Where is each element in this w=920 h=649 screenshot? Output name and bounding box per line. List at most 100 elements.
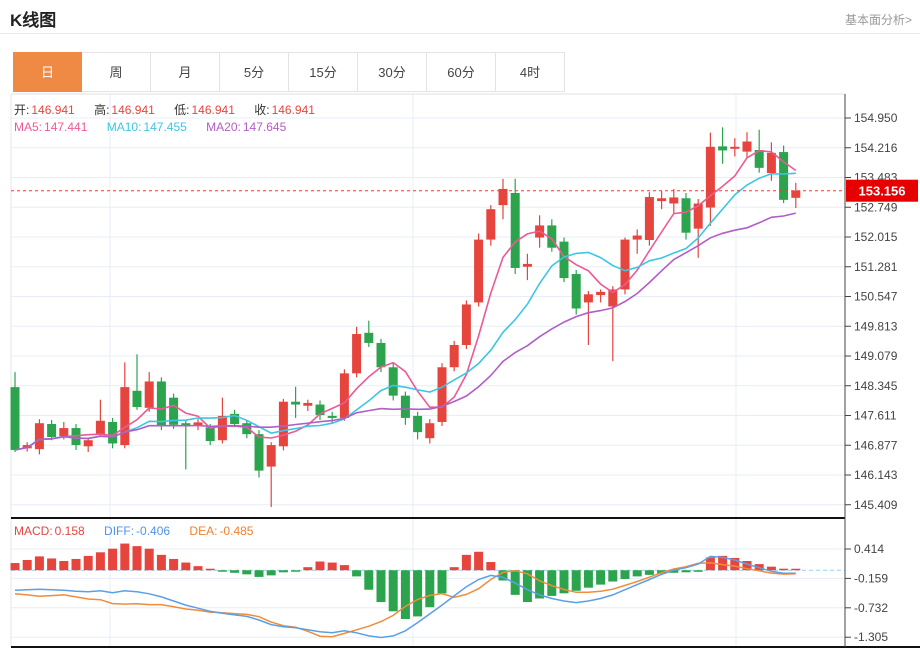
macd-bar bbox=[583, 570, 593, 588]
diff-value: -0.406 bbox=[136, 524, 171, 538]
candle-body bbox=[791, 190, 801, 198]
low-value: 146.941 bbox=[191, 103, 235, 117]
macd-bar bbox=[10, 563, 20, 571]
candle-body bbox=[278, 401, 288, 447]
macd-info-row: MACD: 0.158 DIFF: -0.406 DEA: -0.485 bbox=[14, 524, 255, 538]
candle-body bbox=[376, 342, 386, 368]
y-axis-label: -0.159 bbox=[854, 571, 888, 585]
candle-body bbox=[144, 381, 154, 408]
candle-body bbox=[120, 387, 130, 446]
candle-body bbox=[205, 427, 215, 442]
candle-body bbox=[34, 423, 44, 450]
candle-body bbox=[742, 141, 752, 152]
macd-bar bbox=[425, 570, 435, 608]
y-axis-label: 154.216 bbox=[854, 141, 898, 155]
ma20-value: 147.645 bbox=[242, 120, 287, 134]
candle-body bbox=[266, 445, 276, 467]
candle-body bbox=[498, 188, 508, 206]
macd-bar bbox=[449, 567, 459, 571]
open-label: 开: bbox=[14, 103, 30, 117]
candle-body bbox=[474, 239, 484, 303]
candle-body bbox=[352, 334, 362, 374]
candle-body bbox=[522, 263, 532, 267]
macd-bar bbox=[303, 567, 313, 571]
ma-info-row: MA5: 147.441 MA10: 147.455 MA20: 147.645 bbox=[14, 120, 288, 134]
macd-bar bbox=[71, 558, 81, 571]
candle-body bbox=[461, 304, 471, 345]
macd-bar bbox=[59, 561, 69, 571]
candles-layer bbox=[10, 127, 801, 508]
macd-bar bbox=[315, 561, 325, 571]
candle-body bbox=[95, 420, 105, 435]
ma5-value: 147.441 bbox=[44, 120, 88, 134]
candle-body bbox=[388, 367, 398, 396]
y-axis-label: 0.414 bbox=[854, 542, 884, 556]
candle-body bbox=[339, 373, 349, 418]
y-axis-label: 147.611 bbox=[854, 409, 897, 423]
macd-label: MACD: bbox=[14, 524, 53, 538]
close-value: 146.941 bbox=[271, 103, 315, 117]
y-axis-label: 152.749 bbox=[854, 200, 898, 214]
macd-bar bbox=[461, 554, 471, 571]
macd-bar bbox=[779, 568, 789, 571]
y-axis-label: 149.813 bbox=[854, 319, 898, 333]
macd-bar bbox=[791, 568, 801, 571]
price-axis: 154.950154.216153.483152.749152.015151.2… bbox=[844, 94, 898, 647]
macd-bar bbox=[278, 570, 288, 573]
macd-bar bbox=[230, 570, 240, 573]
macd-bar bbox=[156, 554, 166, 571]
close-label: 收: bbox=[254, 103, 270, 117]
current-price-badge: 153.156 bbox=[846, 179, 918, 202]
y-axis-label: 145.409 bbox=[854, 498, 898, 512]
macd-bar bbox=[364, 570, 374, 590]
high-value: 146.941 bbox=[111, 103, 155, 117]
candle-body bbox=[59, 428, 69, 437]
macd-bar bbox=[413, 570, 423, 617]
macd-bar bbox=[620, 570, 630, 579]
macd-bar bbox=[339, 565, 349, 571]
candle-body bbox=[83, 440, 93, 447]
macd-bar bbox=[95, 552, 105, 571]
candle-body bbox=[571, 274, 581, 309]
macd-bar bbox=[681, 570, 691, 573]
macd-bar bbox=[608, 570, 618, 582]
macd-bar bbox=[217, 570, 227, 572]
macd-bar bbox=[547, 570, 557, 596]
low-label: 低: bbox=[174, 103, 190, 117]
chart-svg: 154.950154.216153.483152.749152.015151.2… bbox=[10, 93, 920, 648]
macd-bar bbox=[486, 562, 496, 571]
candle-body bbox=[364, 332, 374, 343]
candle-body bbox=[425, 423, 435, 439]
dea-label: DEA: bbox=[189, 524, 218, 538]
candle-body bbox=[156, 381, 166, 427]
kline-page: K线图 基本面分析> 日周月 5分 15分 30分 60分 4时 154.950 154.2… bbox=[0, 0, 920, 649]
candle-body bbox=[449, 344, 459, 368]
candle-body bbox=[644, 197, 654, 240]
open-value: 146.941 bbox=[31, 103, 75, 117]
macd-bar bbox=[34, 556, 44, 571]
candle-body bbox=[327, 415, 337, 418]
dea-value: -0.485 bbox=[219, 524, 254, 538]
macd-bar bbox=[644, 570, 654, 575]
macd-bar bbox=[571, 570, 581, 591]
candle-body bbox=[400, 395, 410, 418]
macd-bar bbox=[327, 562, 337, 571]
y-axis-label: 146.143 bbox=[854, 468, 898, 482]
macd-bar bbox=[400, 570, 410, 619]
candle-body bbox=[10, 387, 20, 450]
candle-body bbox=[657, 198, 667, 202]
macd-bar bbox=[181, 562, 191, 571]
y-axis-label: 150.547 bbox=[854, 290, 898, 304]
macd-bar bbox=[47, 558, 57, 571]
macd-bar bbox=[144, 548, 154, 571]
candle-body bbox=[669, 197, 679, 204]
macd-bar bbox=[108, 548, 118, 571]
candle-body bbox=[47, 424, 57, 437]
y-axis-label: 149.079 bbox=[854, 349, 898, 363]
candle-body bbox=[413, 415, 423, 433]
macd-bar bbox=[193, 566, 203, 571]
macd-bar bbox=[376, 570, 386, 603]
candle-body bbox=[632, 235, 642, 240]
candle-body bbox=[437, 367, 447, 422]
candle-body bbox=[718, 146, 728, 151]
